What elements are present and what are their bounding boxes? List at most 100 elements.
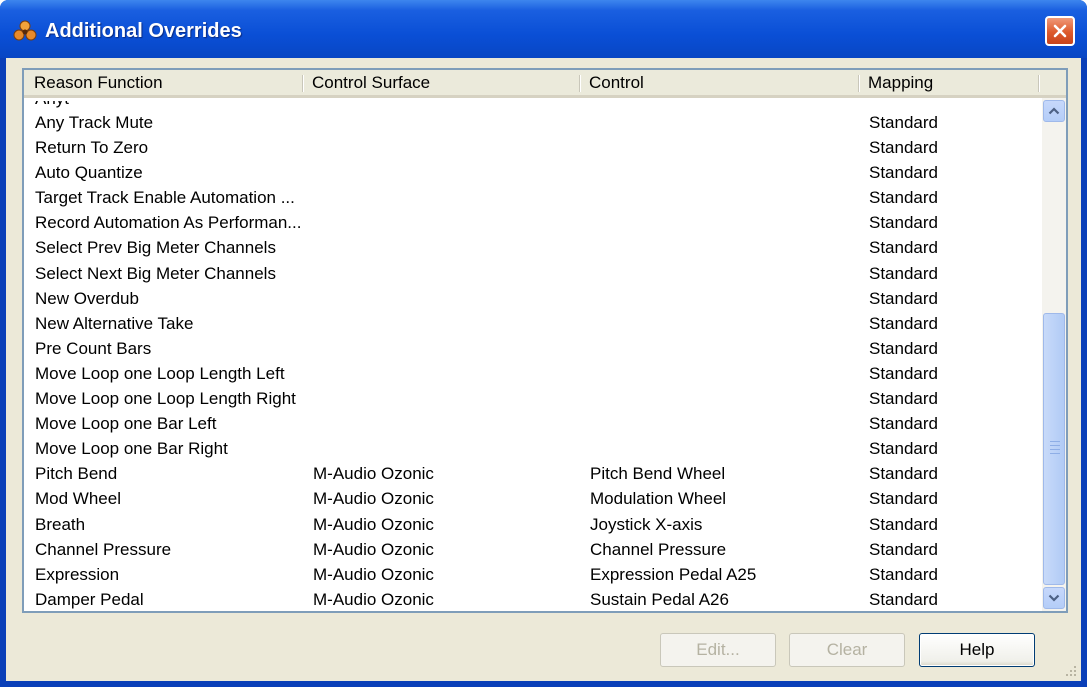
row-control-cell: Sustain Pedal A26 — [590, 589, 729, 609]
row-control-cell: Pitch Bend Wheel — [590, 464, 726, 484]
column-header-control[interactable]: Control — [579, 70, 858, 95]
table-row[interactable]: Mod Wheel M-Audio Ozonic Modulation Wheel S… — [24, 487, 1034, 512]
row-mapping-cell: Standard — [869, 188, 938, 208]
row-function-cell: Channel Pressure — [35, 539, 172, 559]
row-surface-cell: M-Audio Ozonic — [313, 514, 434, 534]
row-function-cell: Pre Count Bars — [35, 338, 152, 358]
table-row[interactable]: Move Loop one Bar Left Standard — [24, 412, 1034, 437]
row-function-cell: Anyt — [35, 101, 69, 109]
row-mapping-cell: Standard — [869, 414, 938, 434]
row-function-cell: Auto Quantize — [35, 163, 143, 183]
row-mapping-cell: Standard — [869, 163, 938, 183]
row-mapping-cell: Standard — [869, 138, 938, 158]
row-function-cell: Mod Wheel — [35, 489, 121, 509]
resize-grip-icon[interactable] — [1063, 663, 1077, 677]
overrides-list[interactable]: Reason Function Control Surface Control … — [22, 68, 1068, 613]
row-function-cell: Select Next Big Meter Channels — [35, 263, 276, 283]
table-row[interactable]: Expression M-Audio Ozonic Expression Pedal… — [24, 563, 1034, 588]
scroll-grip-line — [1050, 445, 1060, 446]
reason-app-icon — [12, 19, 38, 43]
row-surface-cell: M-Audio Ozonic — [313, 464, 434, 484]
dialog-client-area: Reason Function Control Surface Control … — [6, 58, 1081, 681]
scroll-grip-line — [1050, 453, 1060, 454]
row-function-cell: Return To Zero — [35, 138, 149, 158]
row-surface-cell: M-Audio Ozonic — [313, 589, 434, 609]
row-function-cell: New Overdub — [35, 288, 139, 308]
table-row[interactable]: Return To Zero Standard — [24, 136, 1034, 161]
table-row[interactable]: Move Loop one Loop Length Left Standard — [24, 362, 1034, 387]
row-mapping-cell: Standard — [869, 338, 938, 358]
row-function-cell: Target Track Enable Automation ... — [35, 188, 295, 208]
row-mapping-cell: Standard — [869, 288, 938, 308]
close-button[interactable] — [1045, 16, 1075, 46]
table-row[interactable]: Channel Pressure M-Audio Ozonic Channel Pr… — [24, 538, 1034, 563]
row-mapping-cell: Standard — [869, 113, 938, 132]
column-header-reason-function[interactable]: Reason Function — [24, 70, 302, 95]
chevron-up-icon — [1048, 107, 1060, 115]
row-mapping-cell: Standard — [869, 439, 938, 459]
table-row[interactable]: Auto Quantize Standard — [24, 161, 1034, 186]
row-function-cell: Pitch Bend — [35, 464, 118, 484]
table-row[interactable]: Pre Count Bars Standard — [24, 337, 1034, 362]
table-row[interactable]: Move Loop one Loop Length Right Standard — [24, 387, 1034, 412]
row-function-cell: Record Automation As Performan... — [35, 213, 302, 233]
column-header-control-surface[interactable]: Control Surface — [302, 70, 579, 95]
row-function-cell: Move Loop one Bar Left — [35, 414, 217, 434]
chevron-down-icon — [1048, 594, 1060, 602]
row-mapping-cell: Standard — [869, 564, 938, 584]
scroll-grip-line — [1050, 449, 1060, 450]
vertical-scrollbar[interactable] — [1042, 98, 1066, 611]
row-function-cell: Move Loop one Bar Right — [35, 439, 228, 459]
table-row[interactable]: Select Prev Big Meter Channels Standard — [24, 236, 1034, 261]
row-mapping-cell: Standard — [869, 389, 938, 409]
row-mapping-cell: Standard — [869, 489, 938, 509]
row-function-cell: Move Loop one Loop Length Left — [35, 363, 285, 383]
scroll-grip-line — [1050, 441, 1060, 442]
row-control-cell: Expression Pedal A25 — [590, 564, 757, 584]
help-button[interactable]: Help — [919, 633, 1035, 667]
row-function-cell: Breath — [35, 514, 86, 534]
row-control-cell: Joystick X-axis — [590, 514, 703, 534]
dialog-window: Additional Overrides Reason Function Con… — [0, 0, 1087, 687]
scroll-down-button[interactable] — [1043, 587, 1065, 609]
row-surface-cell: M-Audio Ozonic — [313, 564, 434, 584]
row-surface-cell: M-Audio Ozonic — [313, 539, 434, 559]
row-surface-cell: M-Audio Ozonic — [313, 489, 434, 509]
row-control-cell: Modulation Wheel — [590, 489, 727, 509]
row-mapping-cell: Standard — [869, 313, 938, 333]
row-function-cell: Select Prev Big Meter Channels — [35, 238, 276, 258]
title-bar[interactable]: Additional Overrides — [0, 0, 1087, 58]
row-mapping-cell: Standard — [869, 363, 938, 383]
table-row[interactable]: New Alternative Take Standard — [24, 312, 1034, 337]
close-icon — [1053, 24, 1067, 38]
row-function-cell: Damper Pedal — [35, 589, 144, 609]
row-mapping-cell: Standard — [869, 213, 938, 233]
table-row[interactable]: Move Loop one Bar Right Standard — [24, 437, 1034, 462]
table-row[interactable]: Any Track Mute Standard — [24, 111, 1034, 136]
table-row[interactable]: Damper Pedal M-Audio Ozonic Sustain Pedal … — [24, 588, 1034, 611]
scroll-thumb[interactable] — [1043, 313, 1065, 585]
clear-button[interactable]: Clear — [789, 633, 905, 667]
scroll-up-button[interactable] — [1043, 100, 1065, 122]
list-rows: Anyt Any Track MuteStandardReturn To Zer… — [24, 101, 1034, 611]
table-row[interactable]: Target Track Enable Automation ... Standa… — [24, 186, 1034, 211]
table-row[interactable]: Record Automation As Performan... Standar… — [24, 211, 1034, 236]
row-function-cell: New Alternative Take — [35, 313, 194, 333]
row-mapping-cell: Standard — [869, 514, 938, 534]
row-mapping-cell: Standard — [869, 263, 938, 283]
table-row[interactable]: Anyt — [24, 101, 1034, 111]
column-divider[interactable] — [1038, 75, 1040, 92]
table-row[interactable]: Breath M-Audio Ozonic Joystick X-axis Stand… — [24, 513, 1034, 538]
row-function-cell: Any Track Mute — [35, 113, 154, 132]
row-function-cell: Move Loop one Loop Length Right — [35, 389, 296, 409]
row-mapping-cell: Standard — [869, 464, 938, 484]
row-function-cell: Expression — [35, 564, 120, 584]
row-mapping-cell: Standard — [869, 589, 938, 609]
column-header-mapping[interactable]: Mapping — [858, 70, 1038, 95]
table-row[interactable]: Select Next Big Meter Channels Standard — [24, 262, 1034, 287]
edit-button[interactable]: Edit... — [660, 633, 776, 667]
table-row[interactable]: Pitch Bend M-Audio Ozonic Pitch Bend Wheel… — [24, 462, 1034, 487]
row-mapping-cell: Standard — [869, 238, 938, 258]
table-row[interactable]: New Overdub Standard — [24, 287, 1034, 312]
row-mapping-cell: Standard — [869, 539, 938, 559]
